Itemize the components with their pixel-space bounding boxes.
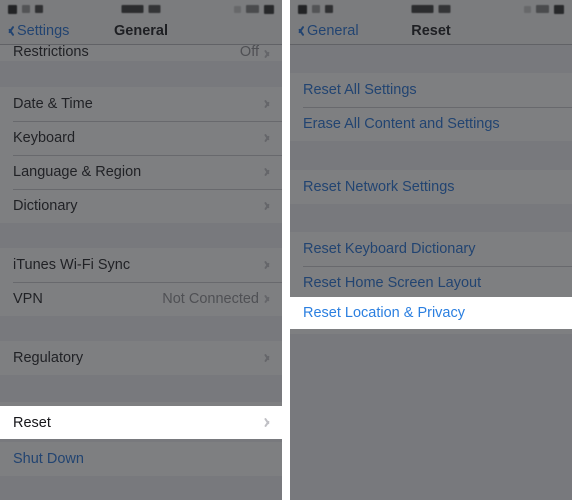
right-reset-list: Reset All Settings Erase All Content and… bbox=[290, 45, 572, 500]
left-group-datetime: Date & Time Keyboard Language & Region D… bbox=[0, 87, 282, 223]
chevron-right-icon bbox=[265, 48, 272, 60]
row-language-region-label: Language & Region bbox=[13, 164, 142, 180]
row-vpn-label: VPN bbox=[13, 291, 43, 307]
back-button-label: Settings bbox=[17, 23, 70, 39]
row-restrictions[interactable]: Restrictions Off bbox=[0, 45, 282, 61]
row-regulatory[interactable]: Regulatory bbox=[0, 341, 282, 375]
back-button-label: General bbox=[307, 23, 359, 39]
back-button-general[interactable]: General bbox=[290, 23, 359, 39]
battery-percent-icon bbox=[246, 5, 259, 13]
group-gap-b bbox=[290, 204, 572, 232]
row-shut-down-label: Shut Down bbox=[13, 451, 84, 467]
left-group-sync: iTunes Wi-Fi Sync VPN Not Connected bbox=[0, 248, 282, 316]
left-page-title: General bbox=[114, 23, 168, 39]
row-dictionary[interactable]: Dictionary bbox=[0, 189, 282, 223]
wifi-icon bbox=[325, 5, 333, 13]
left-group-regulatory: Regulatory bbox=[0, 341, 282, 375]
group-gap-4 bbox=[0, 375, 282, 402]
group-gap-a bbox=[290, 141, 572, 170]
row-reset-network-settings-label: Reset Network Settings bbox=[303, 179, 455, 195]
highlighted-row-reset-label: Reset bbox=[13, 414, 51, 431]
back-button-settings[interactable]: Settings bbox=[0, 23, 69, 39]
comparison-screenshot: Settings General Restrictions Off Date & bbox=[0, 0, 572, 500]
row-erase-all-content-label: Erase All Content and Settings bbox=[303, 116, 500, 132]
status-bar-clock bbox=[411, 5, 451, 13]
chevron-left-icon bbox=[6, 25, 14, 38]
highlighted-row-reset-location-privacy-label: Reset Location & Privacy bbox=[303, 305, 465, 321]
right-screen: General Reset Reset All Settings Erase A… bbox=[290, 0, 572, 500]
row-reset-all-settings[interactable]: Reset All Settings bbox=[290, 73, 572, 107]
left-phone-panel: Settings General Restrictions Off Date & bbox=[0, 0, 282, 500]
row-date-time-label: Date & Time bbox=[13, 96, 93, 112]
group-gap-bottom bbox=[290, 334, 572, 484]
battery-icon bbox=[554, 4, 564, 14]
left-group-restrictions: Restrictions Off bbox=[0, 45, 282, 61]
status-bar-right-icons bbox=[524, 4, 564, 14]
row-reset-home-screen-layout[interactable]: Reset Home Screen Layout bbox=[290, 266, 572, 300]
group-gap-1 bbox=[0, 61, 282, 87]
row-itunes-wifi-sync[interactable]: iTunes Wi-Fi Sync bbox=[0, 248, 282, 282]
right-status-bar bbox=[290, 0, 572, 18]
row-reset-network-settings[interactable]: Reset Network Settings bbox=[290, 170, 572, 204]
clock-blurred-2 bbox=[438, 5, 451, 13]
left-nav-bar: Settings General bbox=[0, 18, 282, 45]
row-reset-all-settings-label: Reset All Settings bbox=[303, 82, 417, 98]
right-group-2: Reset Network Settings bbox=[290, 170, 572, 204]
left-status-bar bbox=[0, 0, 282, 18]
chevron-right-icon bbox=[265, 132, 272, 144]
alarm-icon bbox=[524, 5, 531, 13]
highlighted-row-reset-location-privacy[interactable]: Reset Location & Privacy bbox=[290, 297, 572, 329]
chevron-right-icon bbox=[265, 417, 272, 429]
row-keyboard-label: Keyboard bbox=[13, 130, 76, 146]
status-bar-left-icons bbox=[8, 4, 43, 14]
row-date-time[interactable]: Date & Time bbox=[0, 87, 282, 121]
row-regulatory-label: Regulatory bbox=[13, 350, 84, 366]
chevron-left-icon bbox=[296, 25, 304, 38]
right-page-title: Reset bbox=[411, 23, 451, 39]
row-erase-all-content[interactable]: Erase All Content and Settings bbox=[290, 107, 572, 141]
highlighted-row-reset[interactable]: Reset bbox=[0, 406, 282, 439]
chevron-right-icon bbox=[265, 259, 272, 271]
clock-blurred bbox=[121, 5, 144, 13]
row-keyboard[interactable]: Keyboard bbox=[0, 121, 282, 155]
right-phone-panel: General Reset Reset All Settings Erase A… bbox=[290, 0, 572, 500]
clock-blurred-2 bbox=[148, 5, 161, 13]
group-gap-3 bbox=[0, 316, 282, 341]
status-bar-left-icons bbox=[298, 4, 333, 14]
row-reset-home-screen-layout-label: Reset Home Screen Layout bbox=[303, 275, 482, 291]
chevron-right-icon bbox=[265, 293, 272, 305]
alarm-icon bbox=[234, 5, 241, 13]
status-bar-clock bbox=[121, 5, 161, 13]
carrier-icon bbox=[312, 5, 320, 13]
row-restrictions-label: Restrictions bbox=[13, 45, 89, 60]
row-restrictions-value: Off bbox=[239, 45, 259, 60]
chevron-right-icon bbox=[265, 166, 272, 178]
right-nav-bar: General Reset bbox=[290, 18, 572, 45]
group-gap-2 bbox=[0, 223, 282, 248]
carrier-icon bbox=[22, 5, 30, 13]
row-vpn[interactable]: VPN Not Connected bbox=[0, 282, 282, 316]
row-language-region[interactable]: Language & Region bbox=[0, 155, 282, 189]
group-gap-6 bbox=[0, 476, 282, 500]
chevron-right-icon bbox=[265, 98, 272, 110]
clock-blurred bbox=[411, 5, 434, 13]
left-group-shutdown: Shut Down bbox=[0, 442, 282, 476]
status-bar-right-icons bbox=[234, 4, 274, 14]
chevron-right-icon bbox=[265, 200, 272, 212]
row-dictionary-label: Dictionary bbox=[13, 198, 78, 214]
battery-icon bbox=[264, 4, 274, 14]
chevron-right-icon bbox=[265, 352, 272, 364]
wifi-icon bbox=[35, 5, 43, 13]
battery-percent-icon bbox=[536, 5, 549, 13]
row-itunes-wifi-sync-label: iTunes Wi-Fi Sync bbox=[13, 257, 131, 273]
row-shut-down[interactable]: Shut Down bbox=[0, 442, 282, 476]
left-screen: Settings General Restrictions Off Date & bbox=[0, 0, 282, 500]
row-vpn-value: Not Connected bbox=[162, 291, 259, 307]
right-group-1: Reset All Settings Erase All Content and… bbox=[290, 73, 572, 141]
group-gap-top bbox=[290, 45, 572, 73]
signal-icon bbox=[298, 4, 307, 14]
row-reset-keyboard-dictionary[interactable]: Reset Keyboard Dictionary bbox=[290, 232, 572, 266]
row-reset-keyboard-dictionary-label: Reset Keyboard Dictionary bbox=[303, 241, 476, 257]
signal-icon bbox=[8, 4, 17, 14]
